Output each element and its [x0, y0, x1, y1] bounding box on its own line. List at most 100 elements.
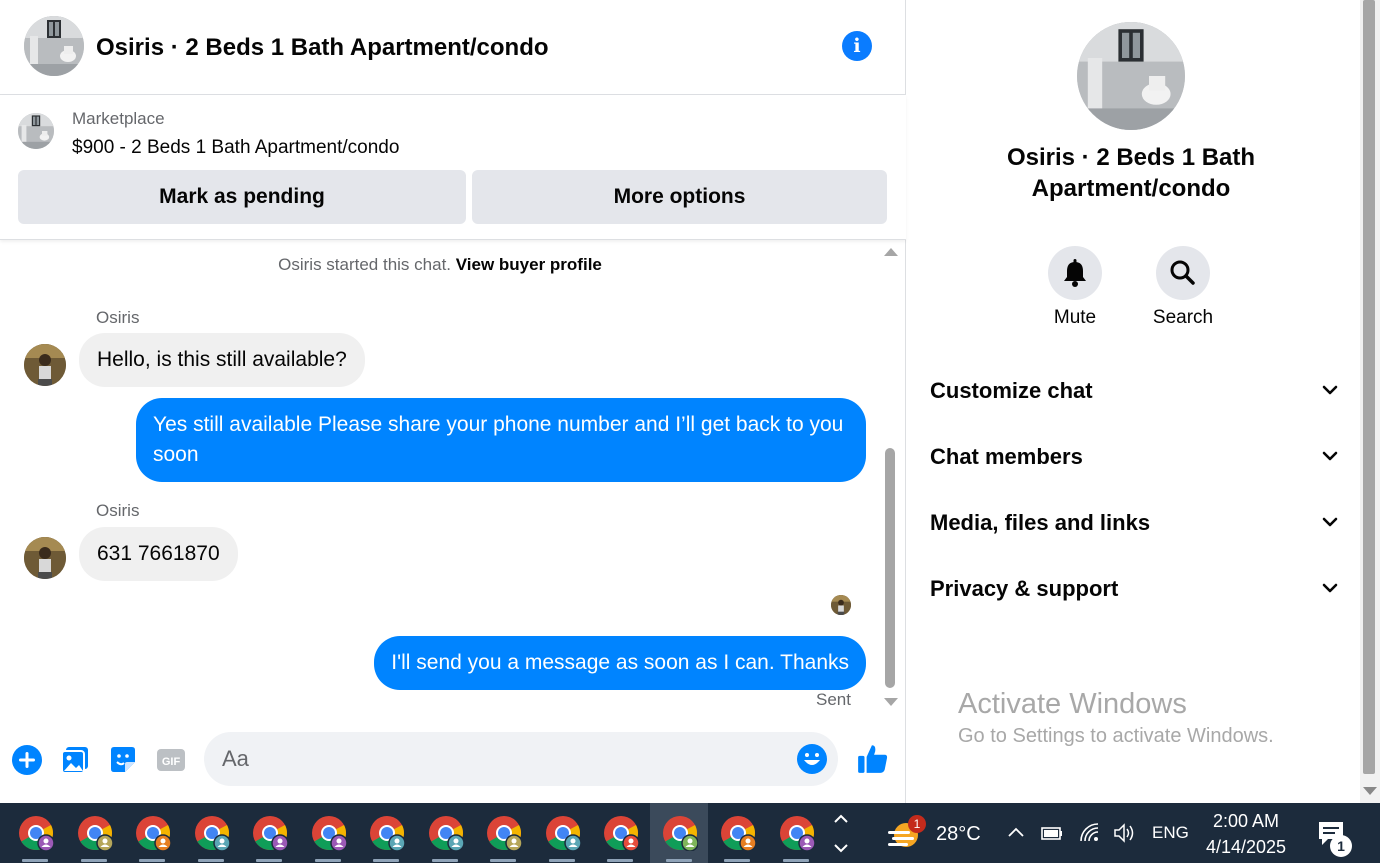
- search-icon: [1170, 260, 1195, 285]
- taskbar-chrome-app[interactable]: [767, 803, 825, 863]
- window-scroll-down-icon[interactable]: [1363, 787, 1377, 795]
- profile-avatar[interactable]: [1077, 22, 1185, 130]
- bell-icon: [1064, 259, 1086, 287]
- scroll-thumb[interactable]: [885, 448, 895, 688]
- activate-windows-watermark: Activate Windows Go to Settings to activ…: [958, 688, 1274, 748]
- taskbar-chrome-app[interactable]: [299, 803, 357, 863]
- plus-icon[interactable]: [11, 744, 43, 776]
- mute-button[interactable]: [1048, 246, 1102, 300]
- chrome-icon: [545, 816, 581, 851]
- wifi-icon[interactable]: [1078, 821, 1102, 845]
- search-label: Search: [1152, 307, 1214, 328]
- sender-avatar[interactable]: [24, 537, 66, 579]
- notification-center[interactable]: 1: [1316, 819, 1356, 857]
- chrome-icon: [194, 816, 230, 851]
- chat-info-panel: Osiris · 2 Beds 1 Bath Apartment/condo M…: [907, 0, 1360, 803]
- chevron-down-icon: [1322, 583, 1338, 593]
- message-input[interactable]: [204, 732, 838, 786]
- clock-time: 2:00 AM: [1212, 811, 1280, 831]
- scroll-down-icon[interactable]: [884, 698, 898, 706]
- chrome-icon: [370, 816, 405, 851]
- section-label: Customize chat: [930, 378, 1093, 403]
- chrome-icon: [428, 816, 464, 851]
- message-scrollbar[interactable]: [880, 240, 900, 718]
- listing-price-title[interactable]: $900 - 2 Beds 1 Bath Apartment/condo: [72, 137, 399, 159]
- chrome-icon: [19, 816, 54, 851]
- photo-icon[interactable]: [59, 744, 91, 776]
- sender-avatar[interactable]: [24, 344, 66, 386]
- gif-icon[interactable]: GIF: [155, 744, 187, 776]
- emoji-icon[interactable]: [796, 743, 828, 775]
- chrome-icon: [779, 816, 815, 851]
- volume-icon[interactable]: [1112, 821, 1136, 845]
- section-privacy-support[interactable]: Privacy & support: [930, 564, 1340, 614]
- outgoing-message[interactable]: I'll send you a message as soon as I can…: [374, 636, 866, 690]
- system-note-text: Osiris started this chat.: [278, 255, 452, 274]
- sender-name: Osiris: [96, 308, 140, 327]
- listing-source: Marketplace: [72, 109, 165, 128]
- chat-header: Osiris · 2 Beds 1 Bath Apartment/condo i: [0, 0, 906, 95]
- taskbar-chrome-app[interactable]: [649, 803, 708, 863]
- mark-as-pending-button[interactable]: Mark as pending: [18, 170, 466, 224]
- scroll-up-icon[interactable]: [884, 248, 898, 256]
- weather-widget[interactable]: 1: [886, 815, 926, 851]
- clock[interactable]: 2:00 AM 4/14/2025: [1200, 808, 1292, 860]
- message-list: Osiris started this chat. View buyer pro…: [0, 240, 880, 718]
- taskbar-chrome-app[interactable]: [6, 803, 64, 863]
- taskbar-chrome-app[interactable]: [65, 803, 123, 863]
- message-status: Sent: [816, 690, 851, 709]
- system-note: Osiris started this chat. View buyer pro…: [0, 255, 880, 275]
- window-scroll-thumb[interactable]: [1363, 0, 1375, 774]
- sender-name: Osiris: [96, 501, 140, 520]
- battery-icon[interactable]: [1040, 821, 1064, 845]
- language-indicator[interactable]: ENG: [1152, 823, 1189, 843]
- clock-date: 4/14/2025: [1205, 837, 1287, 857]
- taskbar-chrome-app[interactable]: [474, 803, 532, 863]
- chat-avatar[interactable]: [24, 16, 84, 76]
- chat-title[interactable]: Osiris · 2 Beds 1 Bath Apartment/condo: [96, 34, 549, 62]
- window-scrollbar[interactable]: [1360, 0, 1380, 803]
- messenger-window: Osiris · 2 Beds 1 Bath Apartment/condo i…: [0, 0, 1380, 803]
- taskbar-chrome-app[interactable]: [182, 803, 240, 863]
- listing-thumbnail[interactable]: [18, 113, 54, 149]
- sticker-icon[interactable]: [107, 744, 139, 776]
- info-icon[interactable]: i: [842, 31, 872, 61]
- seen-avatar: [831, 595, 851, 615]
- chevron-up-icon[interactable]: [1006, 821, 1026, 845]
- incoming-message[interactable]: Hello, is this still available?: [79, 333, 365, 387]
- taskbar-chrome-app[interactable]: [123, 803, 181, 863]
- chevron-down-icon: [1322, 517, 1338, 527]
- gif-label: GIF: [162, 756, 181, 768]
- temperature[interactable]: 28°C: [936, 823, 981, 846]
- section-customize-chat[interactable]: Customize chat: [930, 366, 1340, 416]
- watermark-title: Activate Windows: [958, 688, 1187, 720]
- section-label: Media, files and links: [930, 510, 1151, 535]
- taskbar-chrome-app[interactable]: [416, 803, 474, 863]
- search-button[interactable]: [1156, 246, 1210, 300]
- section-chat-members[interactable]: Chat members: [930, 432, 1340, 482]
- chat-pane: Osiris · 2 Beds 1 Bath Apartment/condo i…: [0, 0, 906, 803]
- chrome-icon: [136, 816, 171, 851]
- view-buyer-profile-link[interactable]: View buyer profile: [456, 255, 602, 274]
- chrome-icon: [662, 816, 698, 851]
- outgoing-message[interactable]: Yes still available Please share your ph…: [136, 398, 866, 482]
- chrome-icon: [487, 816, 522, 851]
- section-label: Privacy & support: [930, 576, 1119, 601]
- marketplace-listing-card: Marketplace $900 - 2 Beds 1 Bath Apartme…: [0, 95, 906, 240]
- more-options-button[interactable]: More options: [472, 170, 887, 224]
- chevron-down-icon: [1322, 385, 1338, 395]
- incoming-message[interactable]: 631 7661870: [79, 527, 238, 581]
- chevron-down-icon: [1322, 451, 1338, 461]
- taskbar-chrome-app[interactable]: [708, 803, 766, 863]
- taskbar-chrome-app[interactable]: [533, 803, 591, 863]
- taskbar-chrome-app[interactable]: [591, 803, 649, 863]
- thumbs-up-icon[interactable]: [856, 742, 890, 776]
- windows-taskbar: 1 28°C ENG 2:00 AM 4/14/2025 1: [0, 803, 1380, 863]
- mute-label: Mute: [1053, 307, 1097, 328]
- chrome-icon: [253, 816, 288, 851]
- profile-name: Osiris · 2 Beds 1 Bath Apartment/condo: [1006, 144, 1256, 202]
- taskbar-chrome-app[interactable]: [357, 803, 415, 863]
- section-media-files-links[interactable]: Media, files and links: [930, 498, 1340, 548]
- taskbar-chrome-app[interactable]: [240, 803, 298, 863]
- taskbar-scroll-icon[interactable]: [826, 803, 856, 863]
